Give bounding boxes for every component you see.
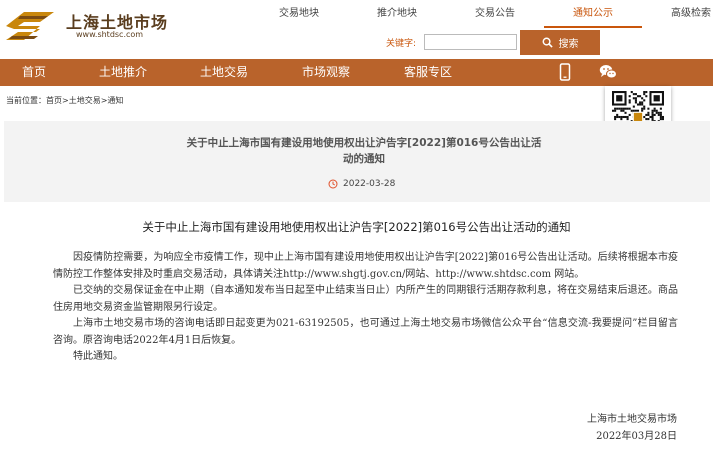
main-nav-market-observation[interactable]: 市场观察 (302, 59, 350, 86)
site-url: www.shtdsc.com (76, 30, 144, 39)
main-nav-land-promotion[interactable]: 土地推介 (99, 59, 147, 86)
article-paragraph: 上海市土地交易市场的咨询电话即日起变更为021-63192505，也可通过上海土… (53, 318, 678, 346)
signature-org: 上海市土地交易市场 (587, 414, 677, 425)
search-label: 关键字: (386, 39, 417, 49)
article-title: 关于中止上海市国有建设用地使用权出让沪告字[2022]第016号公告出让活动的通… (142, 220, 571, 234)
search-button[interactable]: 搜索 (520, 30, 600, 55)
article-paragraph: 特此通知。 (73, 351, 123, 362)
article-paragraph: 已交纳的交易保证金在中止期（自本通知发布当日起至中止结束当日止）内所产生的同期银… (53, 285, 678, 313)
main-nav-land-trading[interactable]: 土地交易 (200, 59, 248, 86)
search-icon (542, 37, 553, 48)
article-body: 因疫情防控需要，为响应全市疫情工作，现中止上海市国有建设用地使用权出让沪告字[2… (53, 250, 678, 366)
main-nav-customer-service[interactable]: 客服专区 (404, 59, 452, 86)
site-logo[interactable]: 上海土地市场 www.shtdsc.com (4, 8, 167, 44)
signature: 上海市土地交易市场 2022年03月28日 (587, 412, 677, 445)
main-nav-home[interactable]: 首页 (22, 59, 46, 86)
top-nav-promoted-plots[interactable]: 推介地块 (348, 0, 446, 28)
main-nav: 首页 土地推介 土地交易 市场观察 客服专区 (0, 59, 713, 86)
publish-date: 2022-03-28 (328, 179, 395, 189)
mobile-icon[interactable] (555, 62, 575, 82)
search-input[interactable] (424, 34, 517, 50)
top-nav: 交易地块 推介地块 交易公告 通知公示 高级检索 (250, 0, 713, 28)
logo-icon (6, 12, 54, 40)
search-button-label: 搜索 (558, 39, 579, 50)
signature-date: 2022年03月28日 (596, 430, 677, 442)
site-header: 上海土地市场 www.shtdsc.com 交易地块 推介地块 交易公告 通知公… (0, 0, 713, 58)
article-paragraph: 因疫情防控需要，为响应全市疫情工作，现中止上海市国有建设用地使用权出让沪告字[2… (53, 252, 678, 280)
top-nav-trading-announcements[interactable]: 交易公告 (446, 0, 544, 28)
panel-title: 关于中止上海市国有建设用地使用权出让沪告字[2022]第016号公告出让活动的通… (186, 137, 542, 165)
breadcrumb: 当前位置：首页>土地交易>通知 (6, 96, 124, 105)
wechat-icon[interactable] (598, 62, 618, 82)
publish-date-text: 2022-03-28 (343, 179, 396, 189)
notice-title-panel: 关于中止上海市国有建设用地使用权出让沪告字[2022]第016号公告出让活动的通… (4, 121, 710, 202)
clock-icon (328, 179, 338, 189)
top-nav-notices[interactable]: 通知公示 (544, 0, 642, 28)
top-nav-advanced-search[interactable]: 高级检索 (642, 0, 713, 28)
top-nav-trading-plots[interactable]: 交易地块 (250, 0, 348, 28)
